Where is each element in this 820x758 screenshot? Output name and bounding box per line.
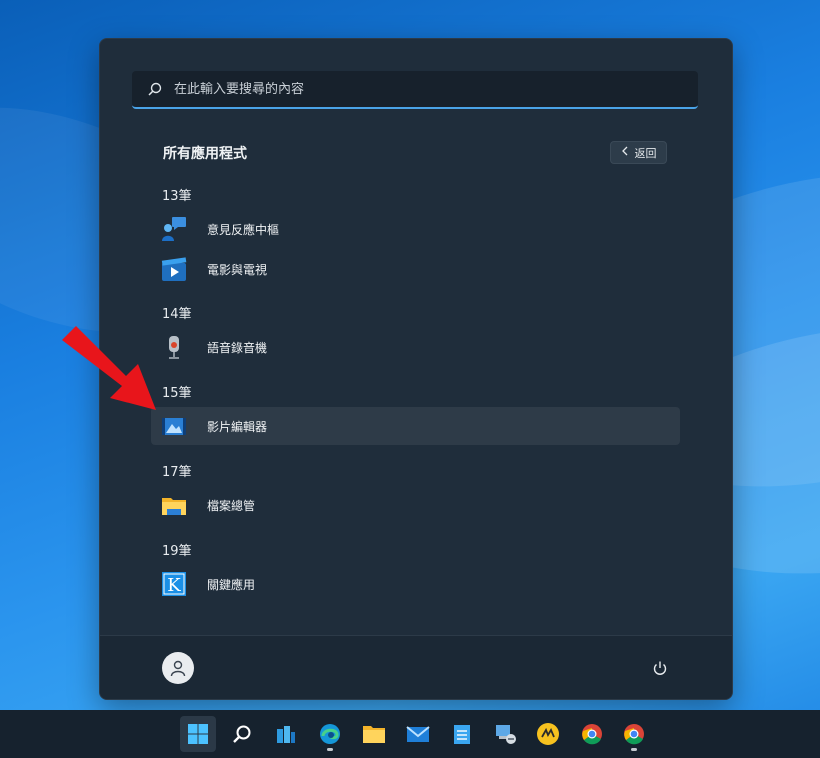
user-avatar-icon[interactable] <box>162 652 194 684</box>
group-header[interactable]: 15筆 <box>162 382 192 401</box>
app-item-movies-tv[interactable]: 電影與電視 <box>151 250 680 288</box>
widgets-icon[interactable] <box>268 716 304 752</box>
movies-tv-icon <box>161 256 187 282</box>
feedback-hub-icon <box>161 216 187 242</box>
edge-icon[interactable] <box>312 716 348 752</box>
chevron-left-icon <box>621 146 629 159</box>
search-icon[interactable] <box>224 716 260 752</box>
search-icon <box>148 81 164 97</box>
app-label: 意見反應中樞 <box>207 222 280 237</box>
back-label: 返回 <box>634 146 657 160</box>
file-explorer-icon <box>161 492 187 518</box>
app-item-feedback-hub[interactable]: 意見反應中樞 <box>151 210 680 248</box>
mail-icon[interactable] <box>400 716 436 752</box>
running-indicator <box>631 748 637 751</box>
search-input[interactable] <box>174 81 654 97</box>
app-label: 檔案總管 <box>207 498 256 513</box>
start-icon[interactable] <box>180 716 216 752</box>
app-label: 影片編輯器 <box>207 419 268 434</box>
chrome-icon[interactable] <box>574 716 610 752</box>
red-arrow-annotation <box>62 326 156 410</box>
all-apps-title: 所有應用程式 <box>163 146 247 162</box>
app-item-k-app[interactable]: K 關鍵應用 <box>151 565 680 603</box>
k-app-icon: K <box>161 571 187 597</box>
notepad-icon[interactable] <box>444 716 480 752</box>
group-header[interactable]: 14筆 <box>162 303 192 322</box>
app-icon[interactable] <box>530 716 566 752</box>
svg-text:K: K <box>167 575 181 596</box>
search-box[interactable] <box>132 71 698 109</box>
group-header[interactable]: 13筆 <box>162 185 192 204</box>
file-explorer-icon[interactable] <box>356 716 392 752</box>
running-indicator <box>327 748 333 751</box>
start-menu: 所有應用程式 返回 13筆 意見反應中樞 電影與電視 14筆 語音錄音機 15筆… <box>99 38 733 700</box>
back-button[interactable]: 返回 <box>610 141 667 164</box>
app-item-file-explorer[interactable]: 檔案總管 <box>151 486 680 524</box>
power-icon[interactable] <box>648 656 672 680</box>
app-item-video-editor[interactable]: 影片編輯器 <box>151 407 680 445</box>
group-header[interactable]: 19筆 <box>162 540 192 559</box>
app-label: 電影與電視 <box>207 262 268 277</box>
start-footer <box>100 635 732 699</box>
app-item-voice-recorder[interactable]: 語音錄音機 <box>151 328 680 366</box>
group-header[interactable]: 17筆 <box>162 461 192 480</box>
chrome-alt-icon[interactable] <box>616 716 652 752</box>
app-label: 語音錄音機 <box>207 340 268 355</box>
app-label: 關鍵應用 <box>207 577 256 592</box>
taskbar <box>0 710 820 758</box>
network-icon[interactable] <box>488 716 524 752</box>
